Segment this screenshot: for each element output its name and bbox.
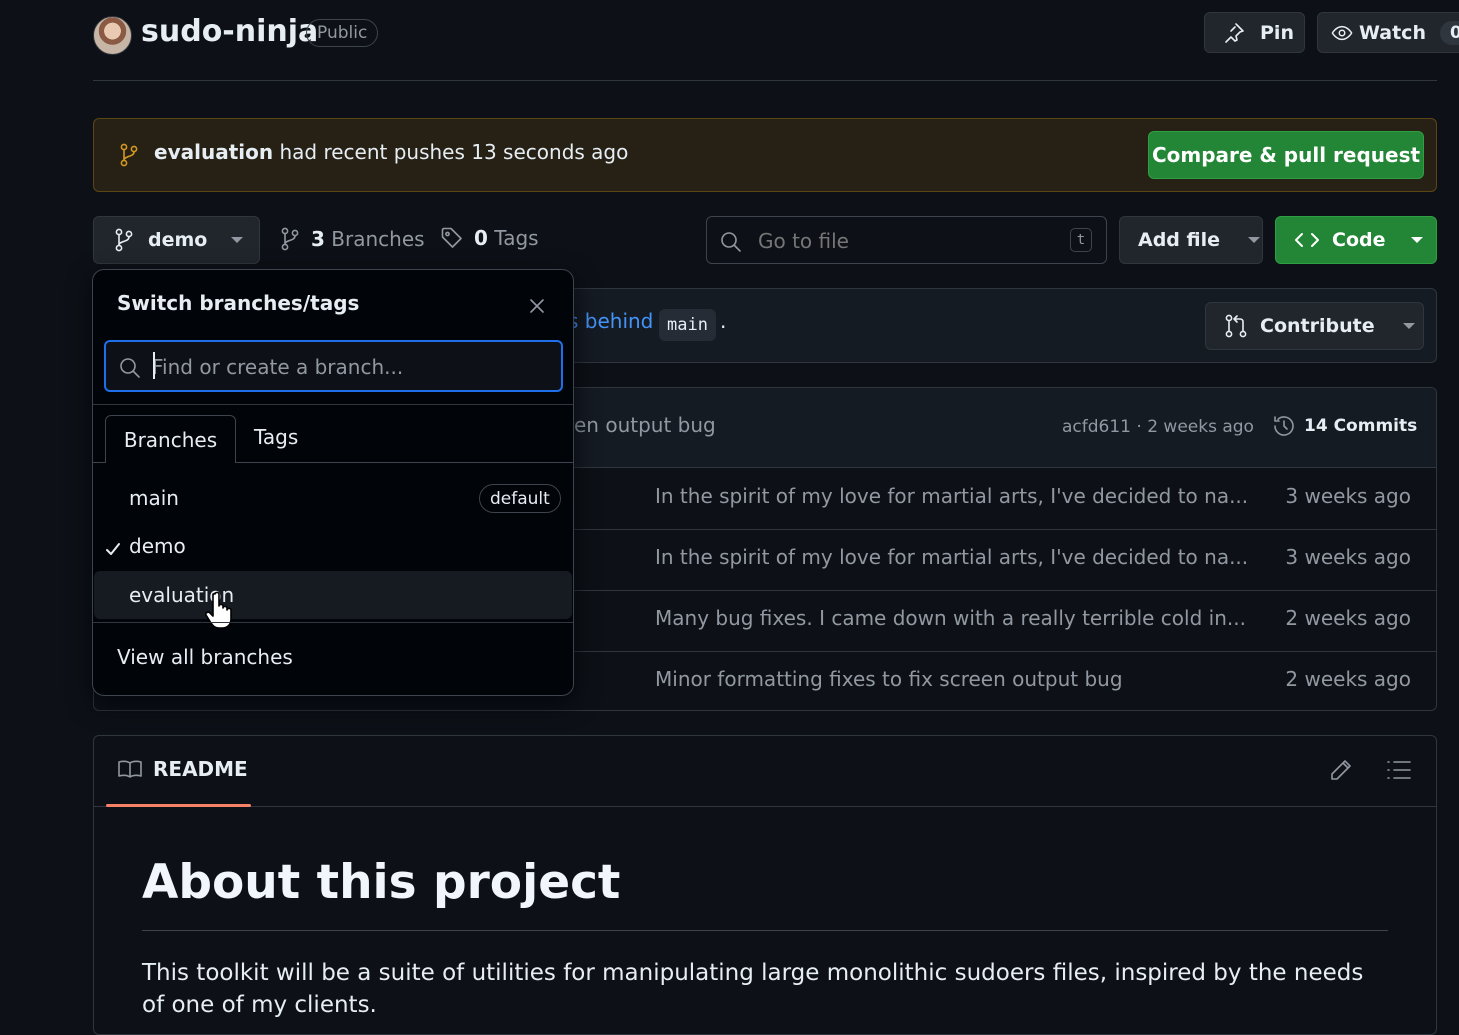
branch-item-evaluation[interactable]: evaluation [94, 571, 572, 619]
branches-label: Branches [331, 227, 425, 251]
row-time: 3 weeks ago [1285, 545, 1411, 569]
history-icon [1274, 416, 1294, 436]
readme-divider [94, 806, 1436, 807]
compare-pull-request-button[interactable]: Compare & pull request [1148, 131, 1424, 179]
go-to-file-input[interactable] [756, 226, 1060, 256]
pin-button[interactable]: Pin [1204, 12, 1305, 53]
readme-tab-underline [106, 804, 251, 807]
add-file-button[interactable]: Add file [1119, 216, 1263, 264]
watch-button[interactable]: Watch 0 [1317, 12, 1459, 53]
owner-avatar[interactable] [93, 16, 132, 55]
chevron-down-icon [1402, 323, 1415, 329]
row-time: 3 weeks ago [1285, 484, 1411, 508]
eye-icon [1331, 25, 1353, 40]
watch-label: Watch [1359, 21, 1426, 44]
readme-heading: About this project [142, 855, 621, 910]
pin-label: Pin [1260, 21, 1294, 44]
tab-border [93, 462, 105, 463]
book-icon [118, 760, 142, 778]
readme-tab[interactable]: README [117, 757, 248, 781]
row-commit-message[interactable]: Minor formatting fixes to fix screen out… [655, 667, 1123, 691]
banner-branch[interactable]: evaluation [154, 140, 273, 164]
tags-count: 0 [474, 226, 488, 250]
branch-name: main [129, 486, 179, 510]
tab-branches[interactable]: Branches [105, 415, 236, 463]
visibility-badge: Public [306, 19, 379, 47]
text-cursor [153, 352, 155, 379]
pin-icon [1225, 22, 1244, 43]
heading-divider [142, 930, 1388, 931]
view-all-branches-link[interactable]: View all branches [117, 645, 293, 669]
search-icon [120, 358, 140, 378]
header-divider [93, 80, 1437, 81]
hand-cursor-icon [205, 591, 232, 629]
row-commit-message[interactable]: In the spirit of my love for martial art… [655, 484, 1248, 508]
tag-icon [441, 227, 462, 248]
commits-label: 14 Commits [1304, 416, 1418, 436]
banner-text: had recent pushes 13 seconds ago [279, 140, 629, 164]
branch-icon [115, 228, 133, 252]
chevron-down-icon [231, 237, 244, 243]
close-icon[interactable] [527, 296, 547, 316]
tab-border [236, 462, 573, 463]
watch-count: 0 [1439, 20, 1459, 45]
chevron-down-icon [1248, 237, 1261, 243]
readme-body: This toolkit will be a suite of utilitie… [142, 960, 1364, 1018]
pull-request-icon [1225, 314, 1247, 338]
code-icon [1295, 233, 1319, 247]
pencil-icon[interactable] [1329, 758, 1353, 782]
repo-name[interactable]: sudo-ninja [141, 14, 318, 49]
tab-tags[interactable]: Tags [254, 425, 298, 449]
search-shortcut-key: t [1070, 228, 1092, 252]
row-commit-message[interactable]: Many bug fixes. I came down with a reall… [655, 606, 1246, 630]
behind-period: . [720, 309, 727, 333]
branch-search-input[interactable] [150, 352, 554, 382]
row-commit-message[interactable]: In the spirit of my love for martial art… [655, 545, 1248, 569]
dropdown-divider [93, 622, 573, 623]
chevron-down-icon [1411, 237, 1424, 243]
branches-link[interactable]: 3 Branches [279, 226, 425, 252]
branch-name: demo [129, 534, 186, 558]
branches-count: 3 [311, 227, 325, 251]
add-file-label: Add file [1138, 229, 1221, 251]
row-time: 2 weeks ago [1285, 606, 1411, 630]
default-badge: default [479, 484, 561, 513]
branch-icon [281, 227, 299, 251]
branch-item-demo[interactable]: demo [93, 522, 573, 570]
commits-link[interactable]: 14 Commits [1272, 414, 1417, 438]
code-button[interactable]: Code [1275, 216, 1437, 264]
contribute-label: Contribute [1260, 315, 1375, 337]
behind-link[interactable]: s behind [568, 309, 653, 333]
branch-select-button[interactable]: demo [93, 216, 260, 264]
row-time: 2 weeks ago [1285, 667, 1411, 691]
code-label: Code [1332, 229, 1386, 251]
tags-label: Tags [494, 226, 539, 250]
contribute-button[interactable]: Contribute [1205, 302, 1424, 350]
tags-link[interactable]: 0 Tags [440, 226, 539, 250]
dropdown-title: Switch branches/tags [117, 291, 360, 315]
check-icon [106, 543, 120, 555]
latest-commit-hash-time[interactable]: acfd611 · 2 weeks ago [1062, 417, 1254, 437]
main-branch-code: main [659, 309, 716, 341]
readme-tab-label: README [153, 757, 248, 781]
branch-icon [120, 143, 138, 167]
search-icon [721, 232, 741, 252]
dropdown-divider [93, 404, 573, 405]
latest-commit-message[interactable]: en output bug [574, 413, 716, 437]
banner-message: evaluation had recent pushes 13 seconds … [154, 140, 628, 164]
current-branch-label: demo [148, 229, 208, 251]
outline-list-icon[interactable] [1386, 758, 1412, 782]
